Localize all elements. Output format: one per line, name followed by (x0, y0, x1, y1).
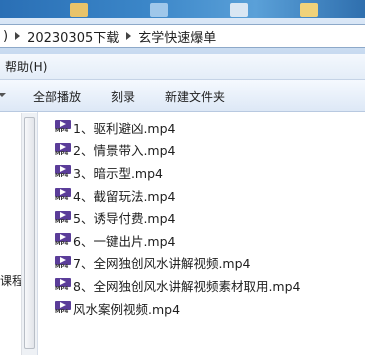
file-name: 6、一键出片.mp4 (73, 233, 176, 249)
desktop-icon[interactable] (70, 3, 88, 17)
dropdown-arrow-icon[interactable] (0, 93, 6, 97)
file-item[interactable]: MP4 1、驱利避凶.mp4 (55, 116, 365, 139)
breadcrumb-item[interactable]: 玄学快速爆单 (138, 27, 216, 46)
file-item[interactable]: MP4 6、一键出片.mp4 (55, 229, 365, 252)
file-item[interactable]: MP4 风水案例视频.mp4 (55, 297, 365, 320)
breadcrumb-item[interactable]: 20230305下载 (27, 27, 119, 46)
mp4-video-icon: MP4 (55, 120, 71, 134)
breadcrumb-arrow-icon[interactable] (126, 32, 132, 40)
mp4-video-icon: MP4 (55, 255, 71, 270)
menu-help[interactable]: 帮助(H) (5, 58, 47, 75)
file-item[interactable]: MP4 7、全网独创风水讲解视频.mp4 (55, 252, 365, 275)
address-bar[interactable]: ) 20230305下载 玄学快速爆单 (0, 24, 365, 48)
file-name: 2、情景带入.mp4 (73, 143, 176, 159)
file-item[interactable]: MP4 3、暗示型.mp4 (55, 161, 365, 184)
address-bar-row: ) 20230305下载 玄学快速爆单 (0, 18, 365, 54)
nav-pane-scrollbar[interactable] (21, 113, 37, 355)
file-name: 5、诱导付费.mp4 (73, 211, 176, 227)
file-name: 4、截留玩法.mp4 (73, 188, 176, 204)
file-name: 1、驱利避凶.mp4 (73, 120, 176, 136)
mp4-video-icon: MP4 (55, 142, 71, 157)
command-toolbar: 全部播放 刻录 新建文件夹 (0, 80, 365, 112)
explorer-window: ) 20230305下载 玄学快速爆单 帮助(H) 全部播放 刻录 新建文件夹 … (0, 0, 365, 355)
burn-button[interactable]: 刻录 (111, 88, 135, 105)
mp4-video-icon: MP4 (55, 165, 71, 179)
scrollbar-thumb[interactable] (24, 117, 35, 349)
new-folder-button[interactable]: 新建文件夹 (165, 88, 225, 105)
breadcrumb-arrow-icon[interactable] (15, 32, 21, 40)
file-name: 风水案例视频.mp4 (73, 301, 181, 317)
pane-divider[interactable] (37, 112, 38, 355)
desktop-icon[interactable] (230, 3, 248, 17)
file-item[interactable]: MP4 2、情景带入.mp4 (55, 139, 365, 162)
mp4-video-icon: MP4 (55, 188, 71, 202)
desktop-background-strip (0, 0, 365, 18)
file-item[interactable]: MP4 8、全网独创风水讲解视频素材取用.mp4 (55, 274, 365, 297)
desktop-icon[interactable] (300, 3, 318, 17)
mp4-video-icon: MP4 (55, 233, 71, 247)
play-all-button[interactable]: 全部播放 (33, 88, 81, 105)
file-name: 8、全网独创风水讲解视频素材取用.mp4 (73, 278, 301, 294)
mp4-video-icon: MP4 (55, 278, 71, 292)
mp4-video-icon: MP4 (55, 301, 71, 315)
mp4-video-icon: MP4 (55, 210, 71, 225)
file-item[interactable]: MP4 4、截留玩法.mp4 (55, 184, 365, 207)
desktop-icon[interactable] (150, 3, 168, 17)
file-list: MP4 1、驱利避凶.mp4 MP4 2、情景带入.mp4 MP4 3、暗示型.… (55, 116, 365, 319)
file-name: 7、全网独创风水讲解视频.mp4 (73, 256, 251, 272)
menu-bar: 帮助(H) (0, 54, 365, 80)
address-fragment[interactable]: ) (3, 29, 8, 44)
file-name: 3、暗示型.mp4 (73, 165, 163, 181)
file-item[interactable]: MP4 5、诱导付费.mp4 (55, 206, 365, 229)
